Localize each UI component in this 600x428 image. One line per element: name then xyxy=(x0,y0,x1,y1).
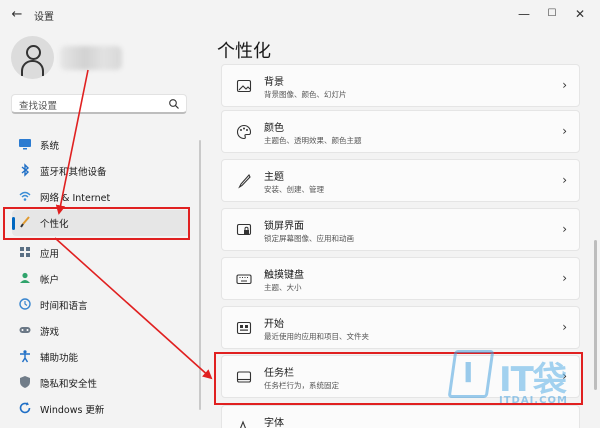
search-icon[interactable] xyxy=(168,98,180,110)
sidebar-item-label: 游戏 xyxy=(40,327,60,338)
sidebar-item-label: 辅助功能 xyxy=(40,353,79,364)
sidebar-item-label: 系统 xyxy=(40,141,60,152)
card-start[interactable]: 开始 最近使用的应用和项目、文件夹 › xyxy=(221,306,580,349)
sidebar-item-privacy[interactable]: 隐私和安全性 xyxy=(12,370,190,396)
start-icon xyxy=(236,321,252,335)
sidebar-item-label: Windows 更新 xyxy=(40,405,105,416)
sidebar-item-apps[interactable]: 应用 xyxy=(12,240,190,266)
sidebar-scrollbar[interactable] xyxy=(199,140,201,410)
highlight-box-personalization xyxy=(3,207,190,240)
sidebar-item-gaming[interactable]: 游戏 xyxy=(12,318,190,344)
sidebar-item-time-language[interactable]: 时间和语言 xyxy=(12,292,190,318)
palette-icon xyxy=(236,124,252,140)
card-description: 锁定屏幕图像、应用和动画 xyxy=(264,234,354,243)
chevron-right-icon: › xyxy=(562,271,567,285)
watermark-url: ITDAI.COM xyxy=(499,395,568,406)
page-title: 个性化 xyxy=(217,41,271,62)
sidebar-item-label: 网络 & Internet xyxy=(40,193,111,204)
card-description: 最近使用的应用和项目、文件夹 xyxy=(264,332,369,341)
sidebar-item-windows-update[interactable]: Windows 更新 xyxy=(12,396,190,422)
network-icon xyxy=(19,191,31,201)
card-description: 主题、大小 xyxy=(264,283,302,292)
user-head-icon xyxy=(26,45,41,60)
sidebar-item-label: 帐户 xyxy=(40,275,60,286)
card-touch-keyboard[interactable]: 触摸键盘 主题、大小 › xyxy=(221,257,580,300)
card-title: 触摸键盘 xyxy=(264,270,304,281)
user-shoulders-icon xyxy=(21,60,44,76)
chevron-right-icon: › xyxy=(562,124,567,138)
watermark: I IT袋 ITDAI.COM xyxy=(447,350,581,412)
chevron-right-icon: › xyxy=(562,222,567,236)
accessibility-icon xyxy=(20,350,30,363)
sidebar-item-system[interactable]: 系统 xyxy=(12,132,190,158)
card-description: 安装、创建、管理 xyxy=(264,185,324,194)
card-title: 字体 xyxy=(264,418,284,428)
image-icon xyxy=(236,79,252,93)
maximize-icon[interactable]: ☐ xyxy=(538,4,566,24)
search-placeholder: 查找设置 xyxy=(19,101,58,112)
card-lock-screen[interactable]: 锁屏界面 锁定屏幕图像、应用和动画 › xyxy=(221,208,580,251)
avatar[interactable] xyxy=(11,36,54,79)
chevron-right-icon: › xyxy=(562,78,567,92)
font-icon xyxy=(240,420,246,428)
card-title: 开始 xyxy=(264,319,284,330)
content-scrollbar[interactable] xyxy=(594,240,597,390)
card-title: 锁屏界面 xyxy=(264,221,304,232)
update-icon xyxy=(19,402,31,414)
title-bar: ← 设置 — ☐ ✕ xyxy=(0,0,600,30)
monitor-icon xyxy=(19,139,31,150)
watermark-logo-letter: I xyxy=(463,356,474,389)
back-icon[interactable]: ← xyxy=(8,7,26,23)
shield-icon xyxy=(20,376,30,388)
card-description: 主题色、透明效果、颜色主题 xyxy=(264,136,362,145)
sidebar-item-accessibility[interactable]: 辅助功能 xyxy=(12,344,190,370)
sidebar-item-label: 隐私和安全性 xyxy=(40,379,98,390)
card-colors[interactable]: 颜色 主题色、透明效果、颜色主题 › xyxy=(221,110,580,153)
bluetooth-icon xyxy=(21,163,30,177)
sidebar-item-label: 应用 xyxy=(40,249,60,260)
pen-icon xyxy=(238,174,251,189)
chevron-right-icon: › xyxy=(562,320,567,334)
card-background[interactable]: 背景 背景图像、颜色、幻灯片 › xyxy=(221,64,580,107)
chevron-right-icon: › xyxy=(562,173,567,187)
gamepad-icon xyxy=(19,327,31,333)
apps-icon xyxy=(20,247,30,257)
close-icon[interactable]: ✕ xyxy=(566,4,594,24)
card-title: 主题 xyxy=(264,172,284,183)
sidebar-item-bluetooth[interactable]: 蓝牙和其他设备 xyxy=(12,158,190,184)
minimize-icon[interactable]: — xyxy=(510,4,538,24)
lockscreen-icon xyxy=(236,223,252,236)
search-input[interactable]: 查找设置 xyxy=(11,94,187,114)
account-icon xyxy=(20,272,30,283)
card-themes[interactable]: 主题 安装、创建、管理 › xyxy=(221,159,580,202)
globe-clock-icon xyxy=(19,298,31,310)
sidebar-item-label: 蓝牙和其他设备 xyxy=(40,167,107,178)
window-title: 设置 xyxy=(34,12,54,23)
sidebar-item-label: 时间和语言 xyxy=(40,301,88,312)
sidebar-item-accounts[interactable]: 帐户 xyxy=(12,266,190,292)
watermark-text: IT袋 xyxy=(499,360,567,400)
user-name-blurred xyxy=(60,46,122,70)
card-description: 背景图像、颜色、幻灯片 xyxy=(264,90,347,99)
card-title: 颜色 xyxy=(264,123,284,134)
card-title: 背景 xyxy=(264,77,284,88)
keyboard-icon xyxy=(236,274,252,285)
